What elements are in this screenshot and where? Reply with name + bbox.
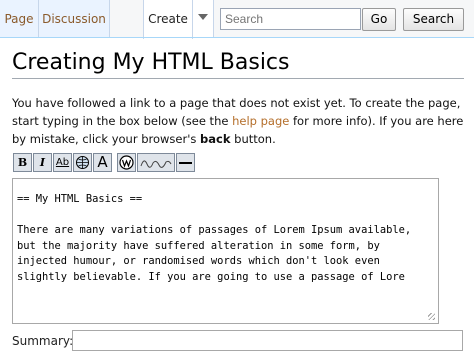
italic-button[interactable]: I [33, 153, 52, 172]
edit-textarea-content: == My HTML Basics == There are many vari… [17, 193, 412, 283]
tab-bar-divider [0, 37, 474, 38]
intro-text-3: button. [230, 132, 276, 146]
bold-button[interactable]: B [13, 153, 32, 172]
headline-icon: A [97, 153, 108, 171]
intro-paragraph: You have followed a link to a page that … [12, 94, 464, 148]
wikilink-button[interactable] [117, 153, 136, 172]
tab-page[interactable]: Page [0, 0, 39, 38]
signature-button[interactable] [137, 153, 175, 172]
search-input[interactable] [220, 8, 361, 30]
help-page-link[interactable]: help page [232, 114, 289, 128]
external-link-icon [76, 156, 89, 169]
tab-bar: Page Discussion Create Go Search [0, 0, 474, 39]
internal-link-icon: Ab [55, 157, 70, 168]
edit-textarea[interactable]: == My HTML Basics == There are many vari… [12, 178, 439, 324]
signature-icon [140, 160, 172, 168]
horizontal-line-icon [179, 162, 192, 164]
tab-create[interactable]: Create [143, 0, 193, 39]
bold-icon: B [17, 156, 28, 169]
summary-label: Summary: [12, 334, 74, 348]
internal-link-button[interactable]: Ab [53, 153, 72, 172]
summary-input[interactable] [72, 330, 463, 351]
italic-icon: I [39, 156, 46, 169]
resize-grip-icon[interactable] [428, 313, 435, 320]
tab-discussion[interactable]: Discussion [39, 0, 110, 38]
search-button[interactable]: Search [403, 8, 464, 31]
wikilink-icon [119, 155, 134, 170]
external-link-button[interactable] [73, 153, 92, 172]
headline-button[interactable]: A [93, 153, 112, 172]
more-actions-dropdown[interactable] [193, 0, 214, 38]
go-button[interactable]: Go [362, 8, 396, 31]
horizontal-line-button[interactable] [176, 153, 195, 172]
chevron-down-icon [198, 14, 208, 20]
back-text: back [200, 132, 231, 146]
page-title: Creating My HTML Basics [12, 50, 290, 75]
title-divider [12, 78, 464, 79]
